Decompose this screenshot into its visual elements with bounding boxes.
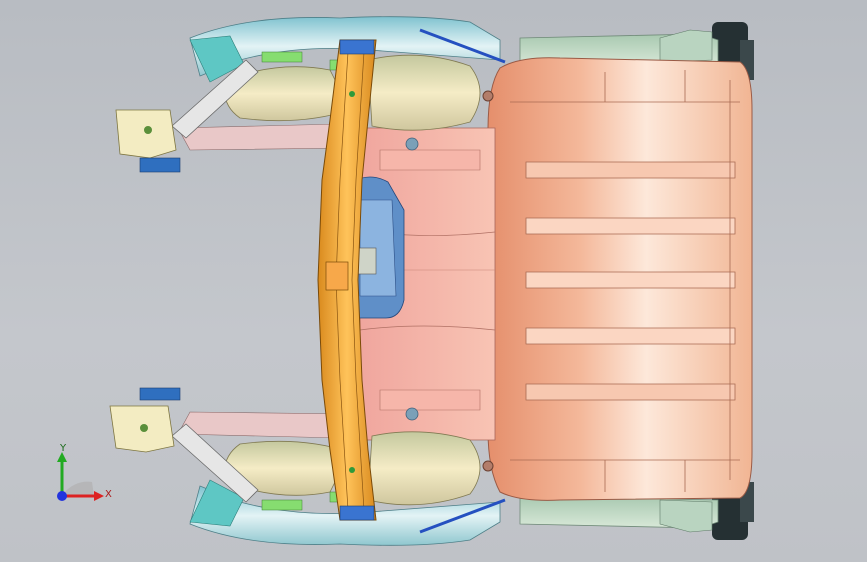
cad-viewport[interactable]: Y X [0,0,867,562]
x-axis-arrowhead [94,491,104,501]
y-axis-label: Y [60,443,67,454]
axis-triad: Y X [48,440,118,510]
front-brackets [109,109,181,453]
rear-floor-pan [487,57,753,501]
x-axis-label: X [105,489,112,500]
car-body-floor-model[interactable] [0,0,867,562]
z-axis-origin [57,491,67,501]
